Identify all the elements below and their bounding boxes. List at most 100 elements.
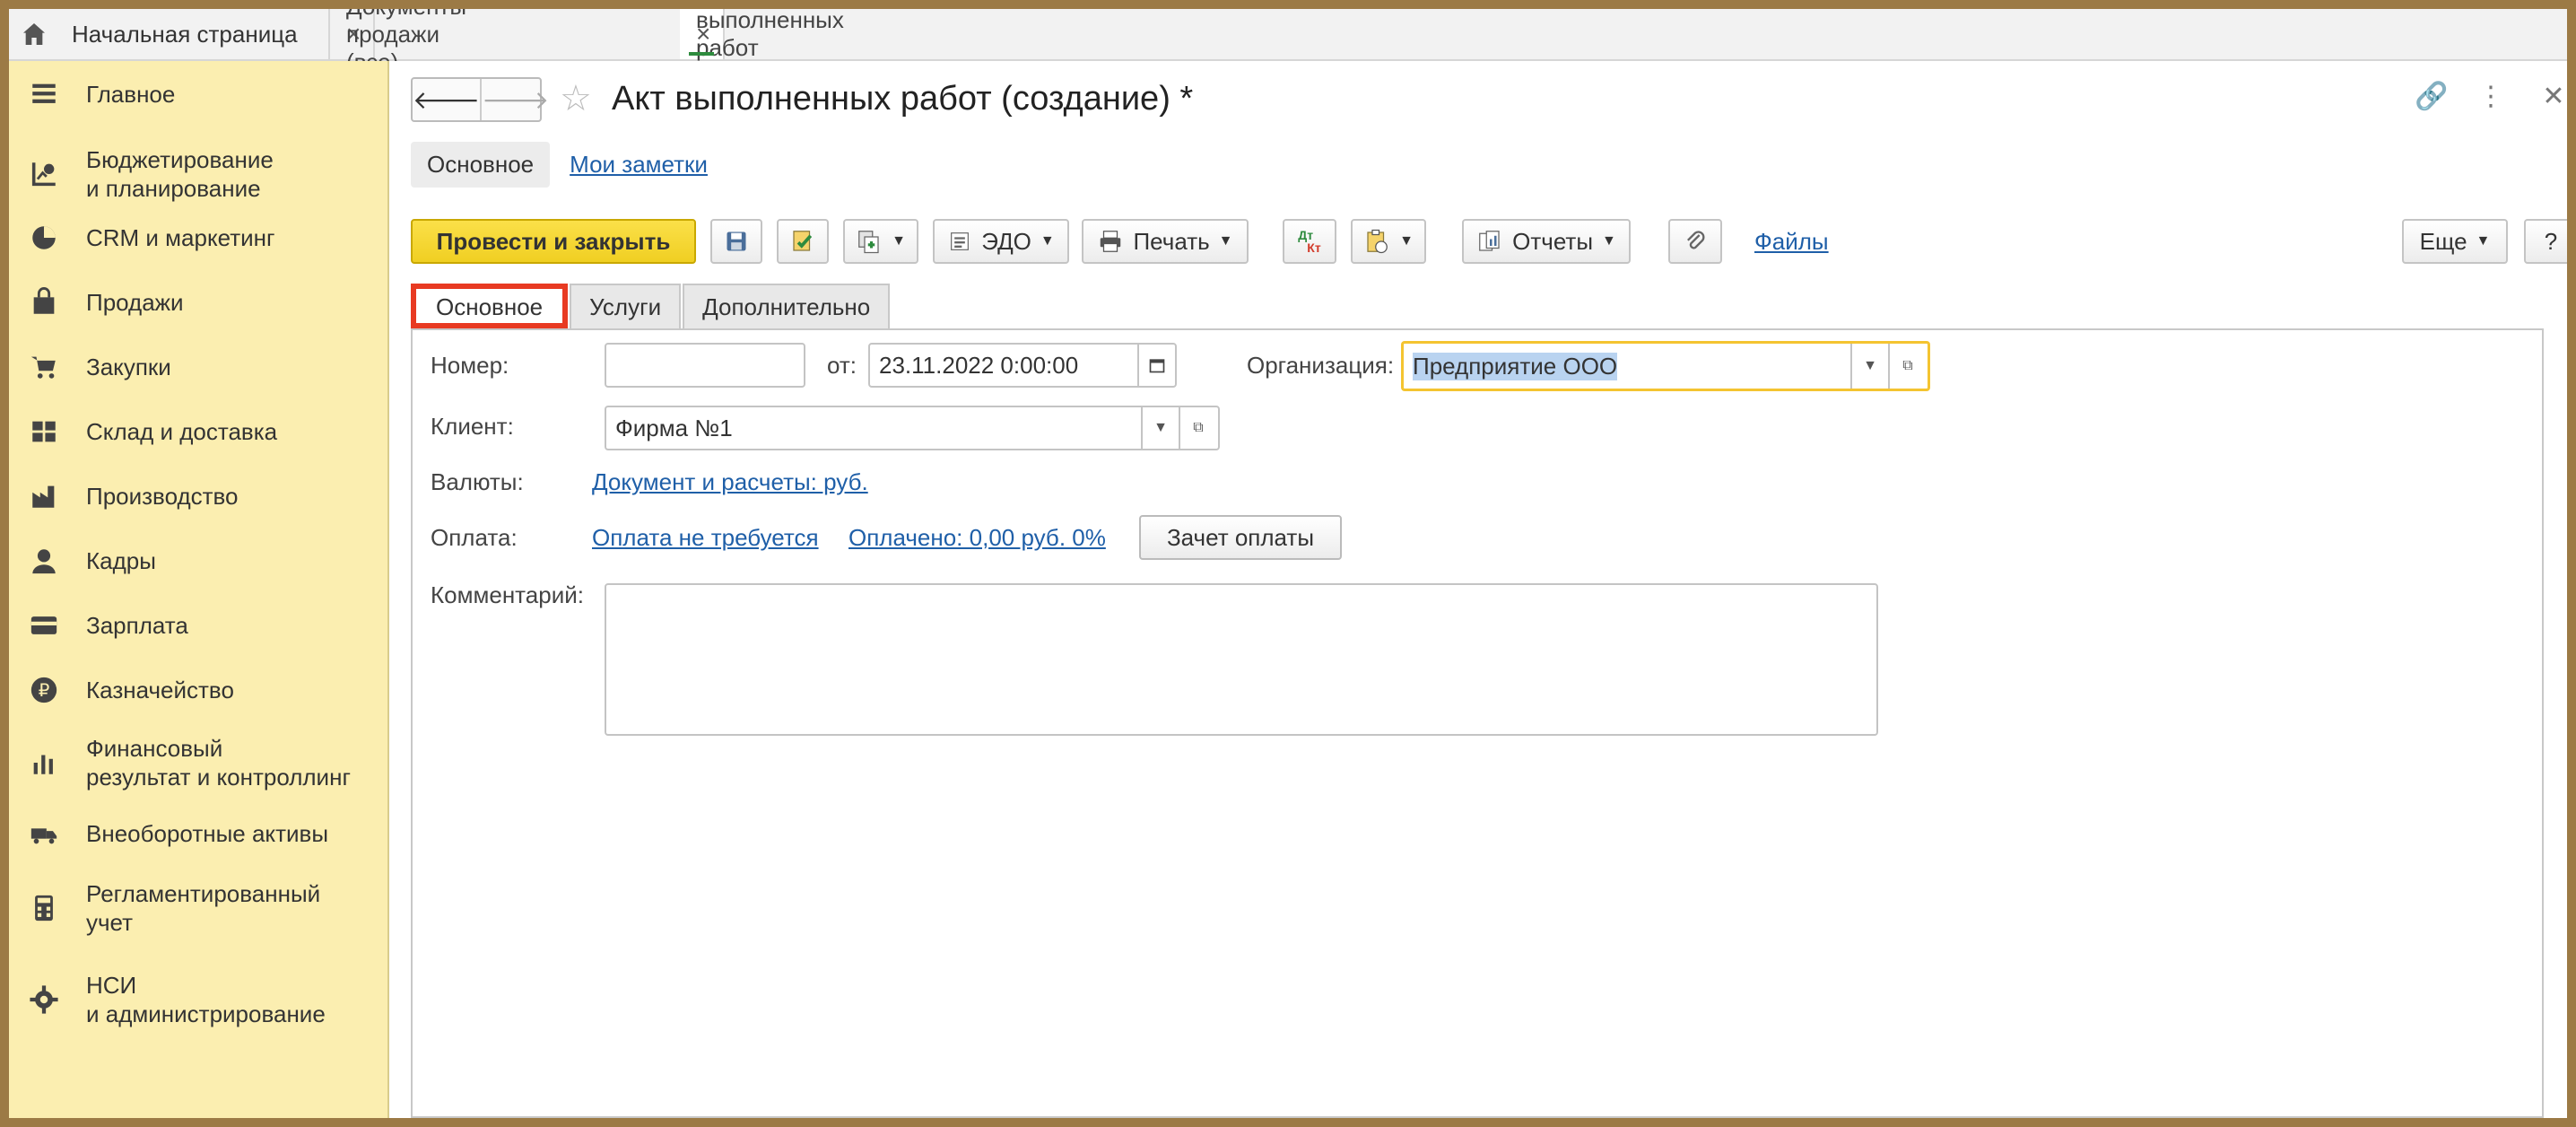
chevron-down-icon: ▼ bbox=[892, 233, 906, 249]
sidebar-item-label: Зарплата bbox=[86, 612, 188, 639]
more-button[interactable]: Еще ▼ bbox=[2402, 219, 2508, 264]
command-bar: Провести и закрыть ▼ ЭДО ▼ Печать ▼ Дт К… bbox=[411, 219, 2567, 264]
post-and-close-button[interactable]: Провести и закрыть bbox=[411, 219, 696, 264]
attach-file-button[interactable] bbox=[1668, 219, 1722, 264]
menu-icon bbox=[32, 83, 56, 103]
help-button[interactable]: ? bbox=[2524, 219, 2567, 264]
dt-kt-button[interactable]: Дт Кт bbox=[1283, 219, 1336, 264]
chevron-down-icon[interactable]: ▼ bbox=[1850, 344, 1888, 389]
dt-kt-icon: Дт Кт bbox=[1298, 228, 1321, 255]
warehouse-icon bbox=[32, 421, 56, 442]
post-document-icon bbox=[793, 231, 813, 251]
tab-additional[interactable]: Дополнительно bbox=[683, 284, 891, 328]
sidebar-item-label: Кадры bbox=[86, 547, 156, 574]
close-icon[interactable]: ✕ bbox=[2540, 81, 2567, 112]
edo-label: ЭДО bbox=[981, 227, 1031, 255]
open-form-icon[interactable]: ⧉ bbox=[1179, 407, 1216, 449]
sidebar-item-label: Внеоборотные активы bbox=[86, 820, 329, 847]
sidebar-item-main[interactable]: Главное bbox=[9, 72, 387, 117]
app-window: Начальная страница Документы продажи (вс… bbox=[9, 9, 2567, 1118]
edo-button[interactable]: ЭДО ▼ bbox=[933, 219, 1069, 264]
tab-act-creation[interactable]: Акт выполненных работ (создание) * × bbox=[680, 9, 844, 89]
sidebar-item-crm[interactable]: CRM и маркетинг bbox=[9, 215, 387, 260]
sidebar-item-sales[interactable]: Продажи bbox=[9, 280, 387, 325]
sidebar-item-warehouse[interactable]: Склад и доставка bbox=[9, 409, 387, 454]
sidebar-item-label: Финансовый результат и контроллинг bbox=[86, 735, 351, 791]
sidebar-item-treasury[interactable]: ₽ Казначейство bbox=[9, 668, 387, 712]
tab-main[interactable]: Основное bbox=[411, 284, 569, 328]
shopping-bag-icon bbox=[33, 287, 55, 314]
payment-not-required-link[interactable]: Оплата не требуется bbox=[592, 524, 819, 552]
more-vertical-icon[interactable]: ⋮ bbox=[2477, 81, 2504, 112]
factory-icon bbox=[32, 485, 55, 508]
attachments-menu-button[interactable]: ▼ bbox=[1351, 219, 1426, 264]
sidebar-item-label: Главное bbox=[86, 81, 176, 108]
chevron-down-icon: ▼ bbox=[1399, 233, 1414, 249]
form-tabs: Основное Услуги Дополнительно bbox=[411, 284, 892, 328]
back-button[interactable]: 🡐 bbox=[413, 79, 483, 120]
sidebar-item-purchases[interactable]: Закупки bbox=[9, 345, 387, 389]
cart-icon bbox=[30, 356, 56, 379]
budget-icon bbox=[31, 162, 56, 187]
sidebar-item-fixed-assets[interactable]: Внеоборотные активы bbox=[9, 811, 387, 856]
clipboard-icon bbox=[1367, 229, 1388, 254]
main-tab-panel: Номер: от: 23.11.2022 0:00:00 Организаци… bbox=[411, 328, 2544, 1118]
tab-sales-documents[interactable]: Документы продажи (все) × bbox=[330, 9, 466, 75]
sidebar-item-label: НСИ и администрирование bbox=[86, 972, 326, 1027]
forward-button[interactable]: 🡒 bbox=[482, 79, 549, 120]
sidebar-item-salary[interactable]: Зарплата bbox=[9, 603, 387, 648]
home-tab[interactable]: Начальная страница bbox=[9, 9, 330, 59]
favorite-star-icon[interactable]: ☆ bbox=[560, 81, 592, 117]
sidebar-item-label: Казначейство bbox=[86, 677, 234, 703]
date-field[interactable]: 23.11.2022 0:00:00 bbox=[868, 343, 1177, 388]
print-label: Печать bbox=[1133, 227, 1210, 255]
currency-label: Валюты: bbox=[431, 468, 524, 495]
sidebar-item-label: Закупки bbox=[86, 354, 171, 380]
chevron-down-icon[interactable]: ▼ bbox=[1141, 407, 1179, 449]
currency-settings-link[interactable]: Документ и расчеты: руб. bbox=[592, 468, 868, 496]
create-based-on-button[interactable]: ▼ bbox=[843, 219, 918, 264]
sidebar-item-admin[interactable]: НСИ и администрирование bbox=[9, 969, 387, 1030]
subnav-main[interactable]: Основное bbox=[411, 142, 551, 188]
calendar-icon[interactable] bbox=[1137, 345, 1175, 386]
chevron-down-icon: ▼ bbox=[1040, 233, 1055, 249]
link-icon[interactable]: 🔗 bbox=[2415, 81, 2448, 112]
sidebar-item-label: CRM и маркетинг bbox=[86, 224, 275, 251]
sidebar-item-label: Продажи bbox=[86, 289, 184, 316]
gear-icon bbox=[30, 985, 58, 1014]
date-from-label: от: bbox=[827, 352, 857, 379]
reports-label: Отчеты bbox=[1512, 227, 1594, 255]
reports-button[interactable]: Отчеты ▼ bbox=[1462, 219, 1631, 264]
person-icon bbox=[32, 549, 56, 574]
open-form-icon[interactable]: ⧉ bbox=[1888, 344, 1926, 389]
svg-text:₽: ₽ bbox=[39, 680, 50, 701]
comment-textarea[interactable] bbox=[605, 583, 1878, 736]
print-button[interactable]: Печать ▼ bbox=[1082, 219, 1249, 264]
payment-status-link[interactable]: Оплачено: 0,00 руб. 0% bbox=[849, 524, 1106, 552]
sidebar-item-label: Склад и доставка bbox=[86, 418, 278, 445]
sidebar: Главное Бюджетирование и планирование CR… bbox=[9, 61, 389, 1118]
save-button[interactable] bbox=[710, 219, 762, 264]
home-tab-label: Начальная страница bbox=[72, 20, 298, 48]
payment-offset-button[interactable]: Зачет оплаты bbox=[1139, 515, 1342, 560]
sidebar-item-hr[interactable]: Кадры bbox=[9, 538, 387, 583]
page-title: Акт выполненных работ (создание) * bbox=[612, 80, 1194, 118]
files-link[interactable]: Файлы bbox=[1754, 228, 1829, 256]
document-form: 🡐 🡒 ☆ Акт выполненных работ (создание) *… bbox=[389, 61, 2567, 1118]
post-button[interactable] bbox=[777, 219, 829, 264]
subnav-my-notes[interactable]: Мои заметки bbox=[570, 151, 708, 179]
organization-field[interactable]: Предприятие ООО ▼ ⧉ bbox=[1401, 341, 1930, 391]
tab-services[interactable]: Услуги bbox=[570, 284, 682, 328]
history-nav: 🡐 🡒 bbox=[411, 77, 549, 122]
client-field[interactable]: Фирма №1 ▼ ⧉ bbox=[605, 406, 1220, 450]
printer-icon bbox=[1101, 231, 1121, 252]
open-tabs-bar: Начальная страница Документы продажи (вс… bbox=[9, 9, 2567, 89]
ruble-icon: ₽ bbox=[30, 677, 57, 703]
sidebar-item-production[interactable]: Производство bbox=[9, 474, 387, 519]
home-icon bbox=[23, 23, 45, 45]
sidebar-item-financial[interactable]: Финансовый результат и контроллинг bbox=[9, 732, 387, 793]
bar-chart-icon bbox=[33, 755, 53, 774]
sidebar-item-regulated[interactable]: Регламентированный учет bbox=[9, 878, 387, 939]
sidebar-item-budgeting[interactable]: Бюджетирование и планирование bbox=[9, 144, 387, 205]
number-field[interactable] bbox=[605, 343, 805, 388]
